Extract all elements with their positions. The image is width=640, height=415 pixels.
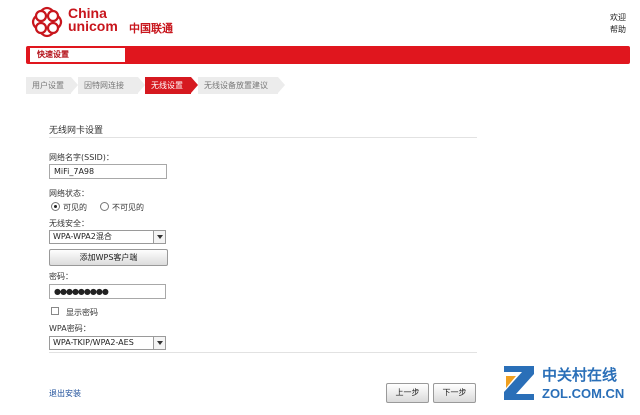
step-user-settings[interactable]: 用户设置 bbox=[26, 77, 78, 94]
help-link[interactable]: 帮助 bbox=[610, 24, 626, 36]
next-button[interactable]: 下一步 bbox=[433, 383, 476, 403]
ssid-input[interactable]: MiFi_7A98 bbox=[49, 164, 167, 179]
wpa-label: WPA密码： bbox=[49, 324, 91, 333]
step-internet-connection[interactable]: 因特网连接 bbox=[78, 77, 145, 94]
wpa-select-value: WPA-TKIP/WPA2-AES bbox=[53, 338, 134, 347]
divider bbox=[49, 137, 477, 138]
watermark-en: ZOL.COM.CN bbox=[542, 386, 625, 401]
chevron-down-icon bbox=[153, 337, 165, 349]
watermark-cn: 中关村在线 bbox=[542, 366, 618, 384]
radio-visible[interactable] bbox=[51, 202, 60, 211]
password-input[interactable]: ●●●●●●●●● bbox=[49, 284, 166, 299]
network-status-label: 网络状态： bbox=[49, 189, 89, 198]
divider bbox=[49, 352, 477, 353]
tab-quick-setup[interactable]: 快速设置 bbox=[30, 48, 125, 62]
unicom-knot-icon bbox=[31, 6, 63, 38]
show-password-checkbox[interactable] bbox=[51, 307, 59, 315]
radio-visible-label: 可见的 bbox=[63, 203, 87, 212]
security-select-value: WPA-WPA2混合 bbox=[53, 232, 112, 241]
radio-invisible-label: 不可见的 bbox=[112, 203, 144, 212]
exit-install-link[interactable]: 退出安装 bbox=[49, 388, 81, 399]
security-select[interactable]: WPA-WPA2混合 bbox=[49, 230, 166, 244]
prev-button[interactable]: 上一步 bbox=[386, 383, 429, 403]
security-label: 无线安全： bbox=[49, 219, 89, 228]
logo-text-cn: 中国联通 bbox=[129, 22, 173, 35]
zol-logo-icon bbox=[504, 366, 534, 400]
add-wps-button[interactable]: 添加WPS客户端 bbox=[49, 249, 168, 266]
welcome-link[interactable]: 欢迎 bbox=[610, 12, 626, 24]
section-title: 无线网卡设置 bbox=[49, 126, 104, 136]
main-nav-bar: 快速设置 bbox=[26, 46, 630, 64]
step-device-placement[interactable]: 无线设备放置建议 bbox=[198, 77, 285, 94]
chevron-down-icon bbox=[153, 231, 165, 243]
wpa-select[interactable]: WPA-TKIP/WPA2-AES bbox=[49, 336, 166, 350]
radio-invisible[interactable] bbox=[100, 202, 109, 211]
logo-text-en: China unicom bbox=[68, 5, 118, 34]
zol-watermark: 中关村在线 ZOL.COM.CN bbox=[502, 358, 632, 408]
step-wireless-settings[interactable]: 无线设置 bbox=[145, 77, 198, 94]
unicom-logo: China unicom 中国联通 bbox=[30, 5, 190, 41]
show-password-label: 显示密码 bbox=[66, 308, 98, 317]
password-label: 密码： bbox=[49, 272, 73, 281]
ssid-label: 网络名字(SSID)： bbox=[49, 153, 114, 162]
top-links: 欢迎 帮助 bbox=[610, 12, 626, 36]
